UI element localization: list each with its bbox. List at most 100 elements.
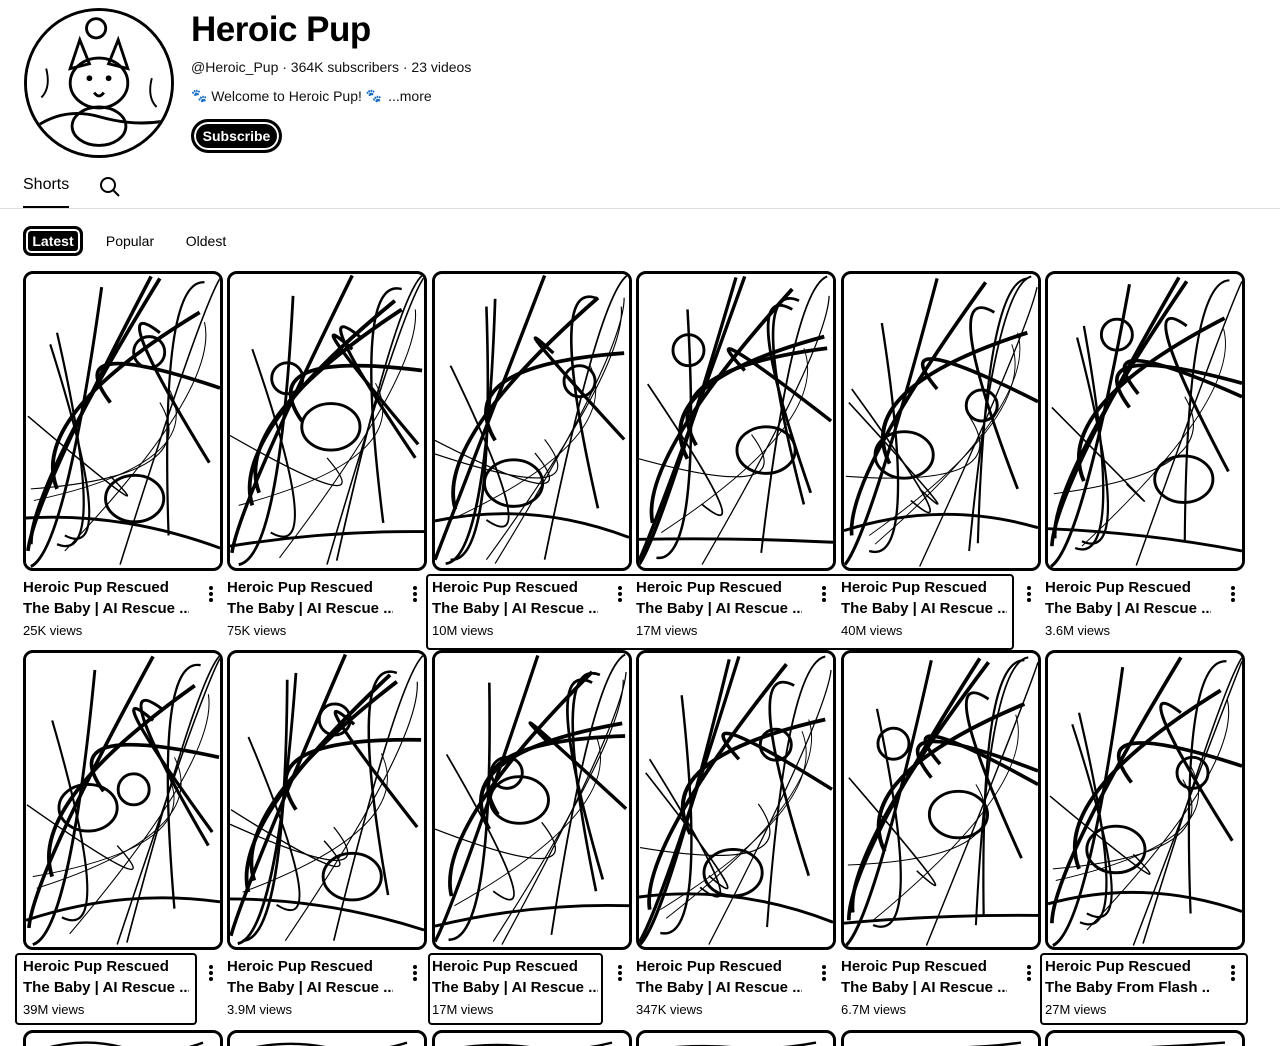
more-options-icon[interactable] (614, 583, 626, 605)
short-thumbnail[interactable] (227, 650, 427, 950)
short-thumbnail[interactable] (1045, 1030, 1245, 1046)
short-title-line-2[interactable]: The Baby | AI Rescue ... (227, 977, 393, 998)
short-views: 75K views (227, 623, 287, 638)
chip-latest[interactable]: Latest (23, 226, 83, 256)
short-title-line-1[interactable]: Heroic Pup Rescued (227, 577, 393, 598)
short-card[interactable]: Heroic Pup Rescued The Baby | AI Rescue .… (23, 271, 223, 638)
short-title-line-1[interactable]: Heroic Pup Rescued (841, 577, 1007, 598)
description-text: Welcome to Heroic Pup! (211, 88, 362, 104)
thumbnail-illustration (26, 275, 220, 568)
short-title-line-1[interactable]: Heroic Pup Rescued (432, 956, 598, 977)
short-views: 17M views (432, 1002, 494, 1017)
short-thumbnail[interactable] (23, 271, 223, 571)
corgi-avatar-illustration (27, 11, 171, 155)
short-thumbnail[interactable] (23, 650, 223, 950)
short-card[interactable]: Heroic Pup Rescued The Baby | AI Rescue .… (841, 271, 1041, 638)
more-options-icon[interactable] (409, 583, 421, 605)
short-title-line-1[interactable]: Heroic Pup Rescued (1045, 577, 1211, 598)
short-thumbnail[interactable] (841, 1030, 1041, 1046)
channel-description[interactable]: 🐾 Welcome to Heroic Pup! 🐾 ...more (191, 88, 432, 104)
short-title-line-2[interactable]: The Baby | AI Rescue ... (841, 598, 1007, 619)
short-views: 17M views (636, 623, 698, 638)
short-title-line-2[interactable]: The Baby | AI Rescue ... (636, 598, 802, 619)
short-thumbnail[interactable] (636, 271, 836, 571)
more-options-icon[interactable] (205, 962, 217, 984)
thumbnail-illustration (435, 274, 629, 567)
channel-avatar[interactable] (24, 8, 174, 158)
short-title-line-2[interactable]: The Baby | AI Rescue ... (23, 977, 189, 998)
more-options-icon[interactable] (409, 962, 421, 984)
short-thumbnail[interactable] (636, 650, 836, 950)
chip-popular[interactable]: Popular (97, 226, 163, 256)
search-icon[interactable] (99, 176, 121, 198)
short-views: 3.6M views (1045, 623, 1111, 638)
tab-shorts[interactable]: Shorts (23, 176, 69, 194)
thumbnail-illustration (1048, 275, 1242, 568)
short-thumbnail[interactable] (636, 1030, 836, 1046)
short-thumbnail[interactable] (432, 271, 632, 571)
short-title-line-2[interactable]: The Baby | AI Rescue ... (432, 598, 598, 619)
more-options-icon[interactable] (818, 583, 830, 605)
thumbnail-illustration (1048, 654, 1242, 947)
short-card[interactable]: Heroic Pup Rescued The Baby | AI Rescue .… (227, 650, 427, 1017)
paw-icon: 🐾 (365, 88, 383, 103)
short-title-line-2[interactable]: The Baby | AI Rescue ... (636, 977, 802, 998)
short-title-line-1[interactable]: Heroic Pup Rescued (841, 956, 1007, 977)
thumbnail-illustration (230, 653, 424, 946)
short-thumbnail[interactable] (1045, 650, 1245, 950)
short-thumbnail[interactable] (227, 1030, 427, 1046)
short-title-line-1[interactable]: Heroic Pup Rescued (1045, 956, 1211, 977)
short-title-line-2[interactable]: The Baby | AI Rescue ... (1045, 598, 1211, 619)
chip-oldest[interactable]: Oldest (177, 226, 235, 256)
short-card[interactable]: Heroic Pup Rescued The Baby From Flash ..… (1045, 650, 1245, 1017)
short-thumbnail[interactable] (23, 1030, 223, 1046)
short-views: 39M views (23, 1002, 85, 1017)
short-card[interactable]: Heroic Pup Rescued The Baby | AI Rescue .… (636, 271, 836, 638)
short-views: 3.9M views (227, 1002, 293, 1017)
short-card[interactable]: Heroic Pup Rescued The Baby | AI Rescue .… (841, 650, 1041, 1017)
short-thumbnail[interactable] (1045, 271, 1245, 571)
channel-name: Heroic Pup (191, 10, 371, 49)
thumbnail-illustration (639, 654, 833, 946)
short-views: 25K views (23, 623, 83, 638)
thumbnail-illustration (844, 654, 1038, 947)
short-thumbnail[interactable] (432, 650, 632, 950)
more-options-icon[interactable] (1227, 962, 1239, 984)
short-title-line-2[interactable]: The Baby | AI Rescue ... (432, 977, 598, 998)
more-options-icon[interactable] (1023, 962, 1035, 984)
short-thumbnail[interactable] (841, 271, 1041, 571)
short-card[interactable]: Heroic Pup Rescued The Baby | AI Rescue .… (636, 650, 836, 1017)
short-thumbnail[interactable] (841, 650, 1041, 950)
more-options-icon[interactable] (818, 962, 830, 984)
short-thumbnail[interactable] (227, 271, 427, 571)
more-options-icon[interactable] (1227, 583, 1239, 605)
more-link[interactable]: ...more (388, 88, 432, 104)
short-card[interactable]: Heroic Pup Rescued The Baby | AI Rescue .… (1045, 271, 1245, 638)
subscribe-button[interactable]: Subscribe (191, 119, 282, 153)
short-views: 27M views (1045, 1002, 1107, 1017)
more-options-icon[interactable] (1023, 583, 1035, 605)
short-views: 40M views (841, 623, 903, 638)
short-title-line-2[interactable]: The Baby | AI Rescue ... (23, 598, 189, 619)
more-options-icon[interactable] (614, 962, 626, 984)
tabs-divider (0, 208, 1280, 209)
short-title-line-1[interactable]: Heroic Pup Rescued (227, 956, 393, 977)
short-title-line-2[interactable]: The Baby | AI Rescue ... (227, 598, 393, 619)
short-views: 10M views (432, 623, 494, 638)
thumbnail-illustration (230, 274, 424, 567)
paw-icon: 🐾 (191, 88, 208, 103)
short-title-line-1[interactable]: Heroic Pup Rescued (636, 956, 802, 977)
short-card[interactable]: Heroic Pup Rescued The Baby | AI Rescue .… (432, 650, 632, 1017)
short-title-line-2[interactable]: The Baby | AI Rescue ... (841, 977, 1007, 998)
short-thumbnail[interactable] (432, 1030, 632, 1046)
short-title-line-1[interactable]: Heroic Pup Rescued (23, 956, 189, 977)
more-options-icon[interactable] (205, 583, 217, 605)
short-title-line-1[interactable]: Heroic Pup Rescued (432, 577, 598, 598)
short-card[interactable]: Heroic Pup Rescued The Baby | AI Rescue .… (432, 271, 632, 638)
short-title-line-1[interactable]: Heroic Pup Rescued (23, 577, 189, 598)
short-title-line-1[interactable]: Heroic Pup Rescued (636, 577, 802, 598)
short-card[interactable]: Heroic Pup Rescued The Baby | AI Rescue .… (23, 650, 223, 1017)
thumbnail-illustration (435, 653, 629, 946)
short-card[interactable]: Heroic Pup Rescued The Baby | AI Rescue .… (227, 271, 427, 638)
short-title-line-2[interactable]: The Baby From Flash ... (1045, 977, 1211, 998)
